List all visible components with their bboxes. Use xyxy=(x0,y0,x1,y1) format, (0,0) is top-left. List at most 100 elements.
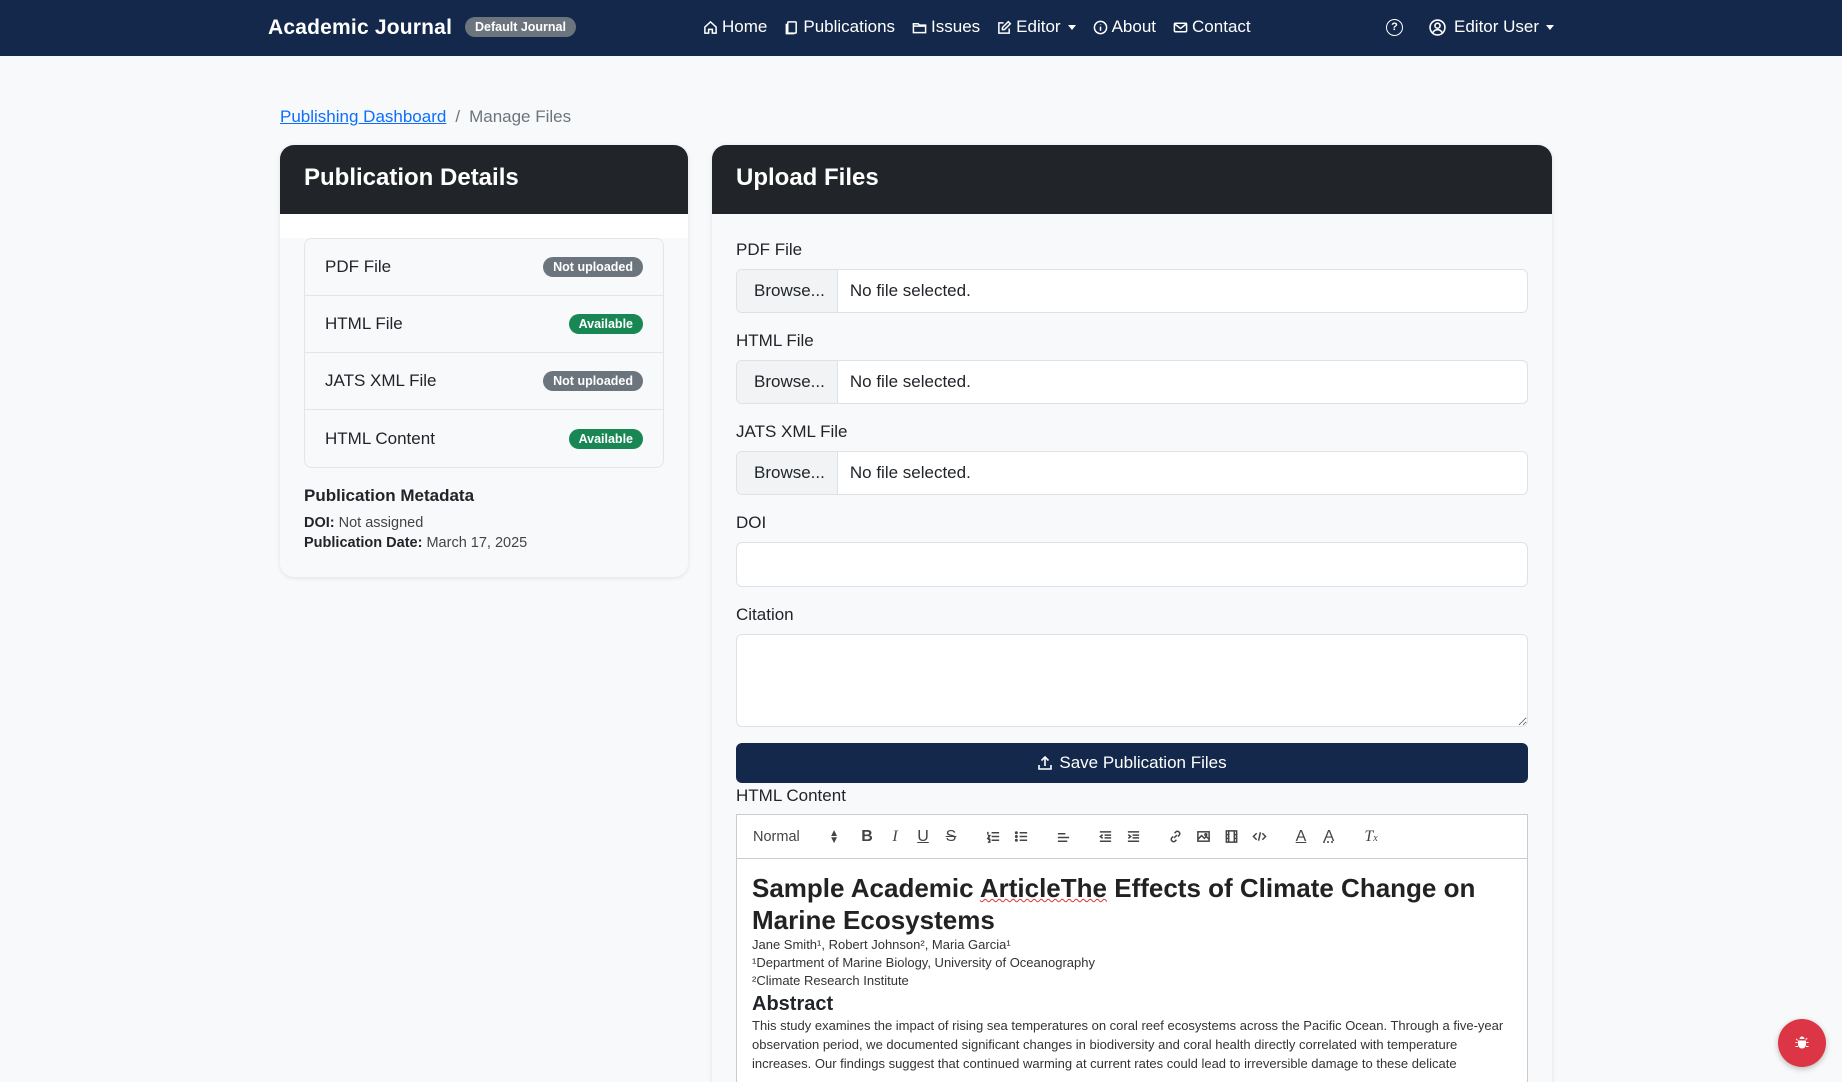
ordered-list-button[interactable] xyxy=(979,823,1007,851)
doi-label: DOI: xyxy=(304,515,335,531)
file-name: HTML File xyxy=(325,314,403,333)
file-status-text: No file selected. xyxy=(849,281,971,300)
indent-icon xyxy=(1127,831,1139,842)
nav-about[interactable]: About xyxy=(1093,17,1156,37)
chevron-down-icon xyxy=(1546,24,1555,30)
outdent-icon xyxy=(1098,831,1111,842)
image-button[interactable] xyxy=(1189,823,1217,851)
bug-report-button[interactable] xyxy=(1778,1019,1826,1067)
citation-field[interactable] xyxy=(736,634,1528,727)
journal-badge: Default Journal xyxy=(465,17,576,37)
publication-metadata: Publication Metadata DOI: Not assigned P… xyxy=(304,486,664,551)
code-button[interactable] xyxy=(1245,823,1273,851)
list-item: PDF File Not uploaded xyxy=(305,239,663,296)
publication-date-line: Publication Date: March 17, 2025 xyxy=(304,535,664,551)
publication-details-title: Publication Details xyxy=(280,145,688,214)
nav-contact[interactable]: Contact xyxy=(1173,17,1251,37)
breadcrumb-dashboard-link[interactable]: Publishing Dashboard xyxy=(280,107,446,127)
top-navbar: Academic Journal Default Journal Home Pu… xyxy=(0,0,1842,56)
chevron-down-icon xyxy=(1067,24,1076,30)
file-name: JATS XML File xyxy=(325,371,437,390)
status-badge: Available xyxy=(568,314,643,334)
doi-field-label: DOI xyxy=(736,513,767,532)
main-nav: Home Publications Issues Editor About Co… xyxy=(703,17,1268,37)
article-title: Sample Academic ArticleThe Effects of Cl… xyxy=(752,872,1512,936)
breadcrumb-current: Manage Files xyxy=(469,107,572,126)
bullet-list-icon xyxy=(1014,831,1027,842)
status-badge: Not uploaded xyxy=(543,371,643,391)
help-icon[interactable]: ? xyxy=(1386,19,1403,36)
html-file-input[interactable]: Browse... No file selected. xyxy=(736,360,1528,404)
house-icon xyxy=(704,20,717,34)
upload-form: PDF File Browse... No file selected. HTM… xyxy=(712,214,1552,1082)
sort-arrows-icon: ▲ ▼ xyxy=(829,827,839,846)
browse-button[interactable]: Browse... xyxy=(737,452,838,494)
status-badge: Not uploaded xyxy=(543,257,643,277)
browse-button[interactable]: Browse... xyxy=(737,270,838,312)
browse-button[interactable]: Browse... xyxy=(737,361,838,403)
link-button[interactable] xyxy=(1161,823,1189,851)
html-content-label: HTML Content xyxy=(736,786,846,805)
outdent-button[interactable] xyxy=(1091,823,1119,851)
strikethrough-button[interactable]: S xyxy=(937,823,965,851)
align-button[interactable] xyxy=(1049,823,1077,851)
nav-home[interactable]: Home xyxy=(703,17,767,37)
bug-icon xyxy=(1795,1036,1809,1049)
abstract-text: This study examines the impact of rising… xyxy=(752,1018,1504,1071)
abstract-heading: Abstract xyxy=(752,993,834,1015)
italic-icon: I xyxy=(892,827,898,845)
indent-button[interactable] xyxy=(1119,823,1147,851)
pencil-square-icon xyxy=(998,20,1012,34)
bullet-list-button[interactable] xyxy=(1007,823,1035,851)
video-button[interactable] xyxy=(1217,823,1245,851)
list-item: HTML Content Available xyxy=(305,410,663,467)
breadcrumb: Publishing Dashboard / Manage Files xyxy=(280,107,571,127)
nav-publications-label: Publications xyxy=(803,17,896,36)
align-left-icon xyxy=(1057,832,1069,842)
file-name: PDF File xyxy=(325,257,392,276)
publication-details-card: Publication Details PDF File Not uploade… xyxy=(280,145,688,577)
save-button-label: Save Publication Files xyxy=(1059,753,1227,772)
file-status-text: No file selected. xyxy=(849,372,971,391)
pdf-file-label: PDF File xyxy=(736,240,803,259)
underline-button[interactable]: U xyxy=(909,823,937,851)
italic-button[interactable]: I xyxy=(881,823,909,851)
pdf-file-input[interactable]: Browse... No file selected. xyxy=(736,269,1528,313)
video-icon xyxy=(1225,830,1237,843)
format-select-value: Normal xyxy=(753,828,800,845)
upload-files-card: Upload Files PDF File Browse... No file … xyxy=(712,145,1552,1082)
link-icon xyxy=(1170,830,1180,843)
citation-field-label: Citation xyxy=(736,605,794,624)
background-color-button[interactable]: A xyxy=(1315,823,1343,851)
doi-line: DOI: Not assigned xyxy=(304,515,664,531)
brand-title[interactable]: Academic Journal xyxy=(268,16,452,40)
folder-icon xyxy=(912,22,927,33)
nav-editor-label: Editor xyxy=(1016,17,1061,36)
envelope-icon xyxy=(1173,22,1188,32)
breadcrumb-separator: / xyxy=(455,107,461,126)
nav-editor-dropdown[interactable]: Editor xyxy=(997,17,1076,37)
format-select[interactable]: Normal ▲ ▼ xyxy=(753,827,839,846)
html-content-editor[interactable]: Normal ▲ ▼ B I U S A A Tx Sample Academi… xyxy=(736,814,1528,1082)
clear-format-icon: Tx xyxy=(1364,827,1378,845)
nav-issues[interactable]: Issues xyxy=(912,17,980,37)
nav-contact-label: Contact xyxy=(1192,17,1251,36)
text-color-button[interactable]: A xyxy=(1287,823,1315,851)
user-circle-icon xyxy=(1429,18,1446,36)
user-menu-dropdown[interactable]: Editor User xyxy=(1429,17,1555,37)
nav-home-label: Home xyxy=(722,17,768,36)
nav-publications[interactable]: Publications xyxy=(784,17,895,37)
publication-date-label: Publication Date: xyxy=(304,535,423,551)
editor-content-area[interactable]: Sample Academic ArticleThe Effects of Cl… xyxy=(737,859,1527,1082)
jats-file-input[interactable]: Browse... No file selected. xyxy=(736,451,1528,495)
clear-format-button[interactable]: Tx xyxy=(1357,823,1385,851)
code-icon xyxy=(1251,832,1267,841)
bold-button[interactable]: B xyxy=(853,823,881,851)
background-color-icon: A xyxy=(1323,827,1335,845)
affiliation-1: ¹Department of Marine Biology, Universit… xyxy=(752,955,1095,970)
publication-details-body: PDF File Not uploaded HTML File Availabl… xyxy=(280,238,688,577)
journals-icon xyxy=(785,20,798,34)
save-publication-files-button[interactable]: Save Publication Files xyxy=(736,743,1528,783)
affiliation-2: ²Climate Research Institute xyxy=(752,973,909,988)
doi-field[interactable] xyxy=(736,542,1528,587)
